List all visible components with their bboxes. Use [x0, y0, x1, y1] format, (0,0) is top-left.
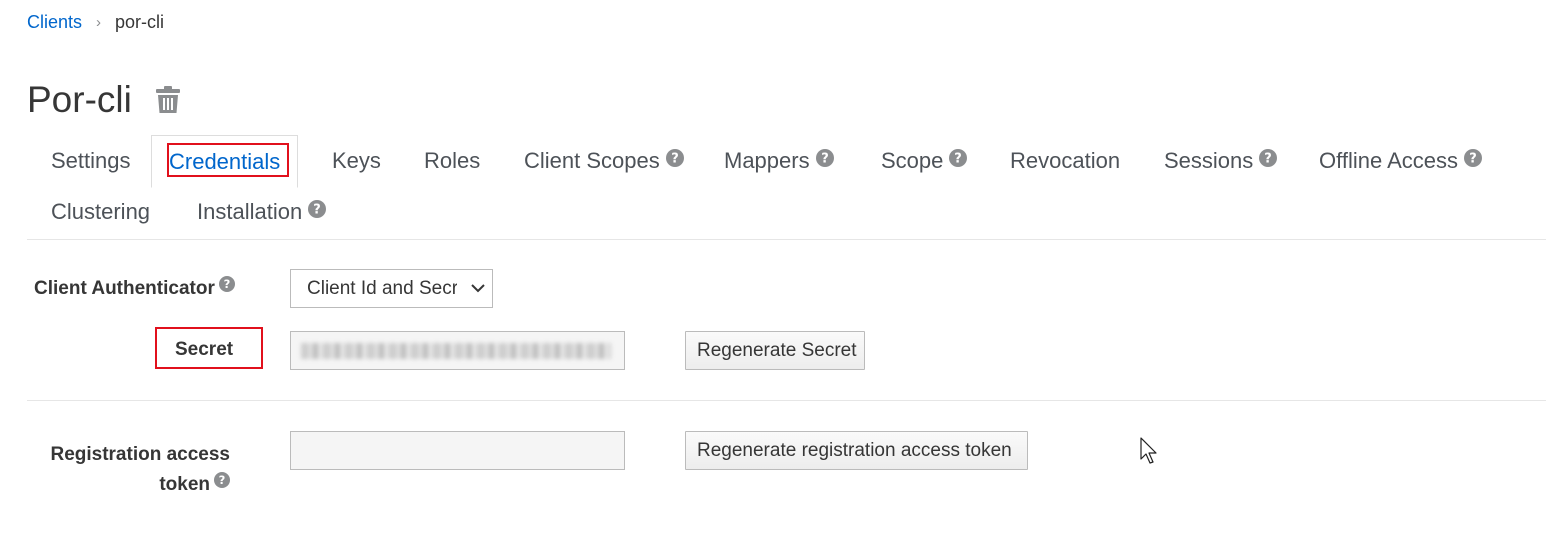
help-icon[interactable]: ? — [1259, 134, 1278, 186]
secret-label: Secret — [175, 339, 234, 360]
tab-label: Settings — [51, 148, 131, 173]
registration-token-label: Registration access token? — [40, 440, 230, 500]
tab-label: Roles — [424, 148, 481, 173]
tab-mappers[interactable]: Mappers? — [700, 135, 858, 187]
section-divider — [27, 400, 1546, 401]
tab-scope[interactable]: Scope? — [857, 135, 991, 187]
tab-label: Clustering — [51, 199, 151, 224]
secret-field[interactable] — [290, 331, 625, 370]
regenerate-secret-button[interactable]: Regenerate Secret — [685, 331, 865, 370]
tab-bar: Settings Credentials Keys Roles Client S… — [27, 135, 1546, 240]
client-authenticator-value: Client Id and Secret — [307, 278, 457, 299]
tab-roles[interactable]: Roles — [400, 135, 504, 187]
tab-offline-access[interactable]: Offline Access? — [1295, 135, 1506, 187]
title-row: Por-cli — [27, 78, 180, 122]
tab-label: Revocation — [1010, 148, 1121, 173]
blurred-secret-value — [301, 343, 611, 359]
regenerate-registration-token-button[interactable]: Regenerate registration access token — [685, 431, 1028, 470]
help-icon[interactable]: ? — [815, 134, 834, 186]
tab-keys[interactable]: Keys — [308, 135, 405, 187]
breadcrumb-separator: › — [96, 14, 102, 31]
client-authenticator-label: Client Authenticator? — [34, 276, 235, 300]
svg-text:?: ? — [671, 152, 679, 167]
trash-icon[interactable] — [155, 85, 180, 119]
help-icon[interactable]: ? — [308, 185, 327, 237]
tab-label: Offline Access — [1319, 148, 1458, 173]
help-icon[interactable]: ? — [218, 276, 235, 298]
tab-label: Credentials — [169, 149, 281, 174]
help-icon[interactable]: ? — [214, 468, 230, 498]
tab-revocation[interactable]: Revocation — [986, 135, 1144, 187]
help-icon[interactable]: ? — [1464, 134, 1482, 186]
tab-label: Scope — [881, 148, 944, 173]
registration-token-field[interactable] — [290, 431, 625, 470]
tab-label: Installation — [197, 199, 303, 224]
registration-token-label-line1: Registration access — [50, 444, 230, 465]
tab-installation[interactable]: Installation? — [173, 186, 350, 238]
svg-text:?: ? — [1469, 152, 1477, 167]
chevron-down-icon — [471, 270, 485, 307]
svg-text:?: ? — [821, 152, 829, 167]
client-authenticator-label-text: Client Authenticator — [34, 278, 215, 299]
tab-label: Mappers — [724, 148, 810, 173]
tab-settings[interactable]: Settings — [27, 135, 155, 187]
mouse-cursor-icon — [1140, 437, 1160, 470]
breadcrumb-current: por-cli — [115, 12, 165, 32]
svg-text:?: ? — [955, 152, 963, 167]
svg-text:?: ? — [1265, 152, 1273, 167]
tab-label: Keys — [332, 148, 381, 173]
svg-text:?: ? — [224, 277, 231, 291]
tab-label: Client Scopes — [524, 148, 660, 173]
breadcrumb: Clients › por-cli — [27, 12, 164, 33]
tab-clustering[interactable]: Clustering — [27, 186, 174, 238]
breadcrumb-clients-link[interactable]: Clients — [27, 12, 82, 33]
registration-token-label-line2: token — [159, 474, 210, 495]
client-authenticator-select[interactable]: Client Id and Secret — [290, 269, 493, 308]
tab-sessions[interactable]: Sessions? — [1140, 135, 1301, 187]
help-icon[interactable]: ? — [949, 134, 968, 186]
page-title: Por-cli — [27, 79, 132, 120]
tab-client-scopes[interactable]: Client Scopes? — [500, 135, 708, 187]
tab-label: Sessions — [1164, 148, 1254, 173]
svg-text:?: ? — [219, 473, 226, 487]
help-icon[interactable]: ? — [665, 134, 684, 186]
svg-text:?: ? — [313, 203, 321, 218]
page: Clients › por-cli Por-cli Settings Crede… — [0, 0, 1559, 558]
tab-credentials[interactable]: Credentials — [151, 135, 299, 188]
